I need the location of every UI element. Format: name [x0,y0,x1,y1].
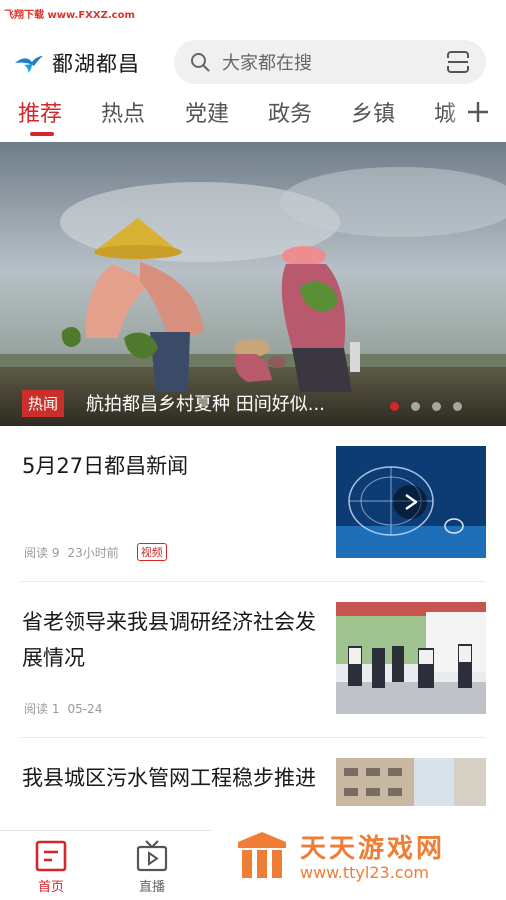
watermark-url: www.ttyl23.com [300,863,429,882]
hot-news-badge: 热闻 [22,390,65,417]
news-title: 省老领导来我县调研经济社会发展情况 [22,610,316,670]
carousel-dot[interactable] [411,402,420,411]
news-thumbnail [336,602,486,714]
search-icon [191,53,210,72]
publish-time: 23小时前 [67,545,119,560]
news-thumbnail [336,446,486,558]
play-icon[interactable] [392,484,428,520]
carousel-dot[interactable] [432,402,441,411]
video-tag: 视频 [136,543,167,561]
news-meta: 阅读 1 05-24 [24,700,102,717]
app-header: 鄱湖都昌 大家都在搜 [0,38,506,86]
news-meta: 阅读 9 23小时前 视频 [24,543,167,561]
search-bar[interactable]: 大家都在搜 [174,40,486,84]
nav-home-label: 首页 [37,880,64,895]
home-icon [35,840,67,872]
nav-home[interactable]: 首页 [16,839,86,895]
delegation-photo [336,602,486,714]
tab-government[interactable]: 政务 [268,96,312,128]
carousel-dot[interactable] [453,402,462,411]
search-placeholder: 大家都在搜 [222,53,312,74]
banner-image [0,142,506,426]
tab-towns[interactable]: 乡镇 [351,96,395,128]
watermark-text-top: 飞翔下载 www.FXXZ.com [4,10,135,21]
add-channel-icon[interactable] [466,100,490,124]
read-count: 阅读 1 [24,702,60,716]
bird-logo-icon [15,56,43,73]
read-count: 阅读 9 [24,545,60,560]
tab-recommend[interactable]: 推荐 [18,96,62,128]
carousel-dots [390,402,462,411]
tv-icon [136,840,168,872]
publish-time: 05-24 [67,701,103,716]
news-title: 5月27日都昌新闻 [22,454,189,478]
active-tab-indicator [30,132,54,136]
watermark-logo [238,832,286,878]
watermark-title: 天天游戏网 [300,834,446,864]
news-item[interactable]: 省老领导来我县调研经济社会发展情况 阅读 1 05-24 [20,582,486,738]
app-logo: 鄱湖都昌 [14,48,140,78]
news-item[interactable]: 5月27日都昌新闻 阅读 9 23小时前 视频 [20,426,486,582]
banner-title[interactable]: 航拍都昌乡村夏种 田间好似... [86,390,325,416]
banner-carousel[interactable]: 热闻 航拍都昌乡村夏种 田间好似... [0,142,506,426]
scan-icon[interactable] [446,50,470,74]
carousel-dot[interactable] [390,402,399,411]
channel-tabs: 推荐 热点 党建 政务 乡镇 城 [0,92,506,138]
app-name: 鄱湖都昌 [52,52,140,76]
nav-live-label: 直播 [138,880,165,895]
news-title: 我县城区污水管网工程稳步推进 [22,766,316,790]
watermark-banner: 天天游戏网 www.ttyl23.com [212,806,506,900]
tab-party[interactable]: 党建 [185,96,229,128]
tab-hot[interactable]: 热点 [101,96,145,128]
nav-live[interactable]: 直播 [117,839,187,895]
